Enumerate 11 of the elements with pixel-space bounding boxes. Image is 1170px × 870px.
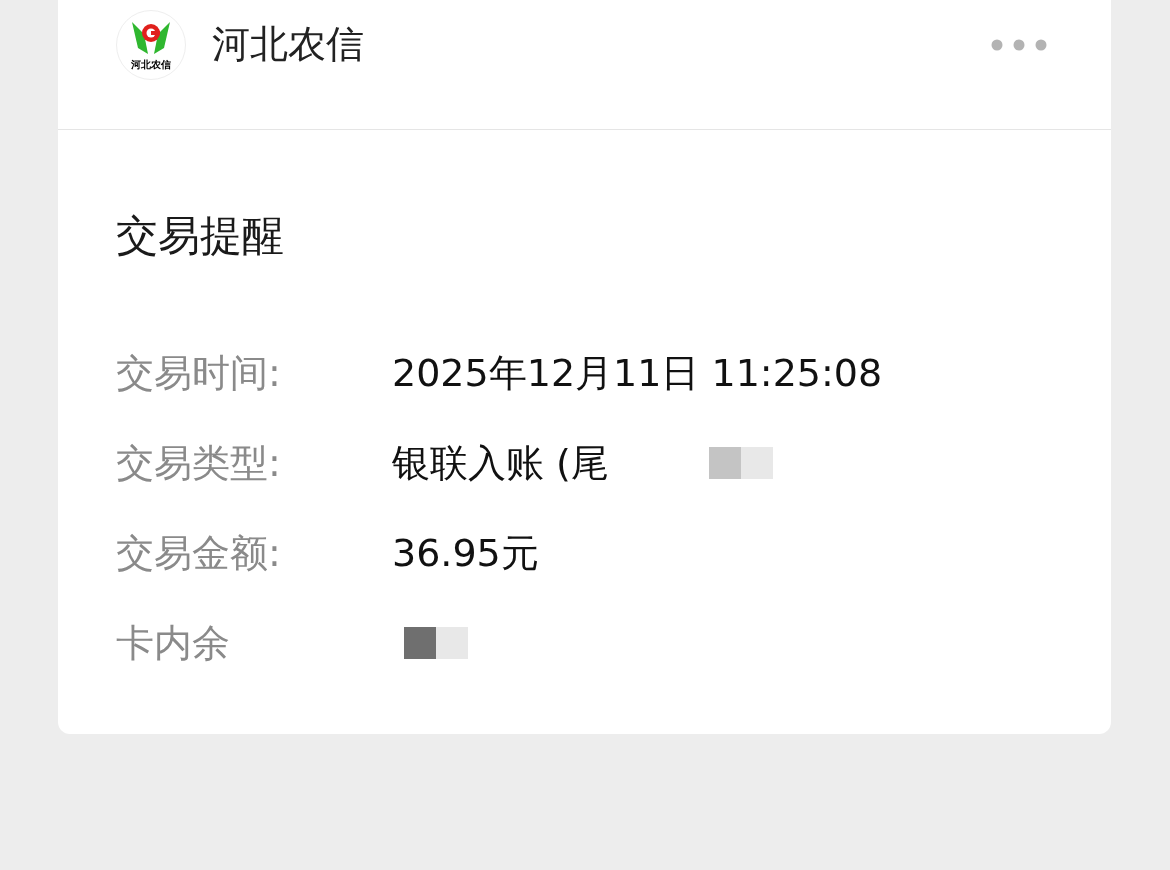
logo-text: 河北农信 [131, 59, 171, 70]
field-label: 交易金额: [116, 529, 282, 577]
field-label: 卡内余 [116, 619, 231, 667]
field-value: 36.95元 [392, 529, 539, 577]
message-title: 交易提醒 [116, 210, 285, 262]
field-value: 2025年12月11日 11:25:08 [392, 349, 883, 397]
field-value: 银联入账 (尾 [392, 439, 609, 487]
account-name: 河北农信 [212, 21, 364, 68]
field-label: 交易时间: [116, 349, 282, 397]
more-icon[interactable] [991, 38, 1047, 51]
field-label: 交易类型: [116, 439, 282, 487]
